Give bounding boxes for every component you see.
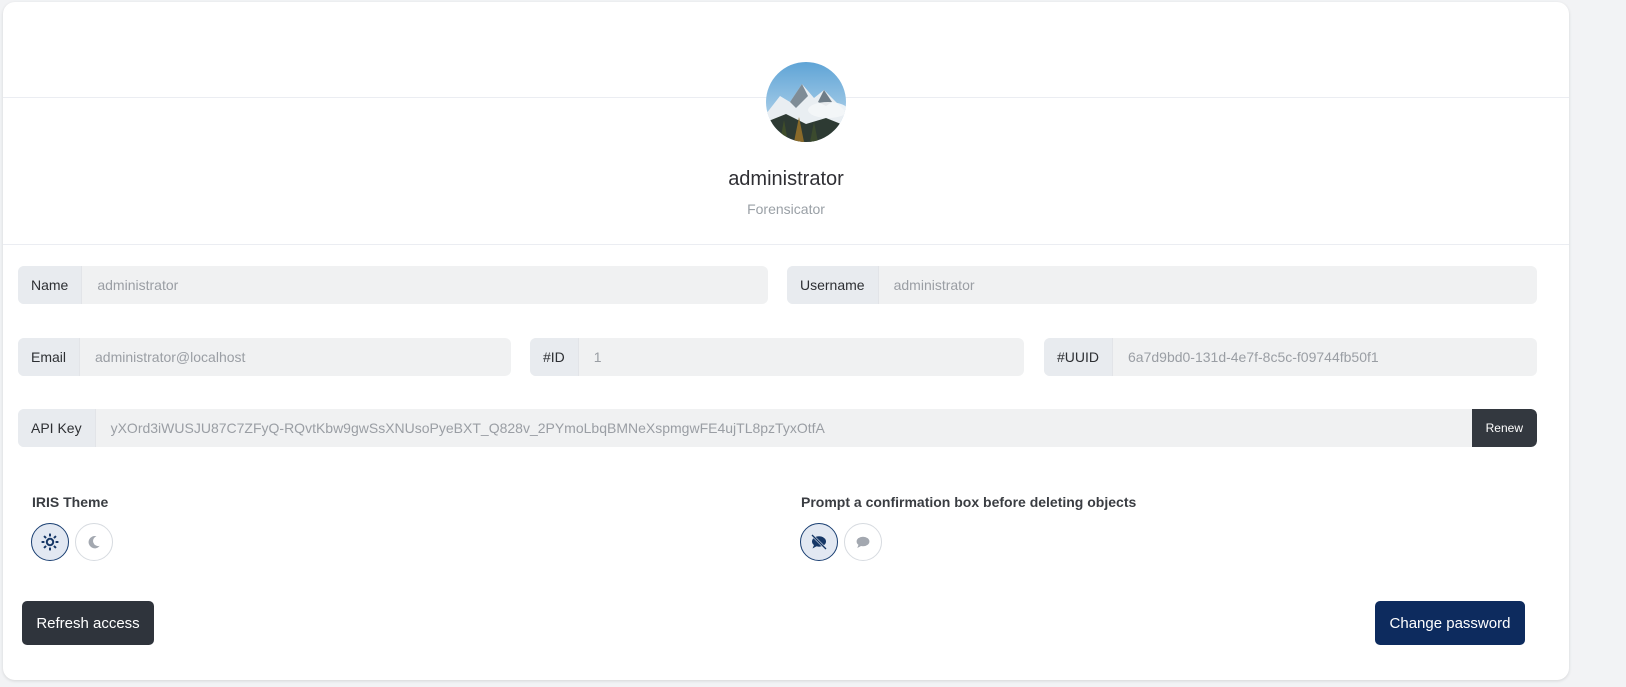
mountain-avatar-image	[766, 62, 846, 142]
api-key-input[interactable]: yXOrd3iWUSJU87C7ZFyQ-RQvtKbw9gwSsXNUsoPy…	[96, 420, 1472, 436]
sun-icon	[41, 533, 59, 551]
uuid-label: #UUID	[1044, 338, 1114, 376]
name-label: Name	[18, 266, 83, 304]
username-field: Username administrator	[787, 266, 1537, 304]
email-field: Email administrator@localhost	[18, 338, 511, 376]
comment-slash-icon	[811, 534, 827, 550]
email-input[interactable]: administrator@localhost	[80, 349, 511, 365]
uuid-input[interactable]: 6a7d9bd0-131d-4e7f-8c5c-f09744fb50f1	[1113, 349, 1537, 365]
profile-role: Forensicator	[747, 201, 825, 217]
id-label: #ID	[530, 338, 579, 376]
id-input[interactable]: 1	[579, 349, 1024, 365]
theme-dark-button[interactable]	[75, 523, 113, 561]
name-field: Name administrator	[18, 266, 768, 304]
name-input[interactable]: administrator	[82, 277, 768, 293]
avatar	[766, 62, 846, 142]
uuid-field: #UUID 6a7d9bd0-131d-4e7f-8c5c-f09744fb50…	[1044, 338, 1537, 376]
profile-name: administrator	[728, 168, 844, 190]
confirm-delete-title: Prompt a confirmation box before deletin…	[801, 494, 1137, 510]
confirm-delete-off-button[interactable]	[800, 523, 838, 561]
renew-api-key-button[interactable]: Renew	[1471, 409, 1537, 447]
username-label: Username	[787, 266, 879, 304]
refresh-access-button[interactable]: Refresh access	[22, 601, 154, 645]
confirm-delete-on-button[interactable]	[844, 523, 882, 561]
moon-icon	[88, 535, 100, 549]
id-field: #ID 1	[530, 338, 1024, 376]
change-password-button[interactable]: Change password	[1375, 601, 1525, 645]
theme-light-button[interactable]	[31, 523, 69, 561]
comment-icon	[856, 536, 870, 548]
username-input[interactable]: administrator	[879, 277, 1537, 293]
theme-title: IRIS Theme	[32, 494, 109, 510]
profile-card: administrator Forensicator Name administ…	[3, 2, 1569, 680]
api-key-field: API Key yXOrd3iWUSJU87C7ZFyQ-RQvtKbw9gwS…	[18, 409, 1537, 447]
section-divider	[3, 244, 1569, 245]
email-label: Email	[18, 338, 81, 376]
api-key-label: API Key	[18, 409, 96, 447]
